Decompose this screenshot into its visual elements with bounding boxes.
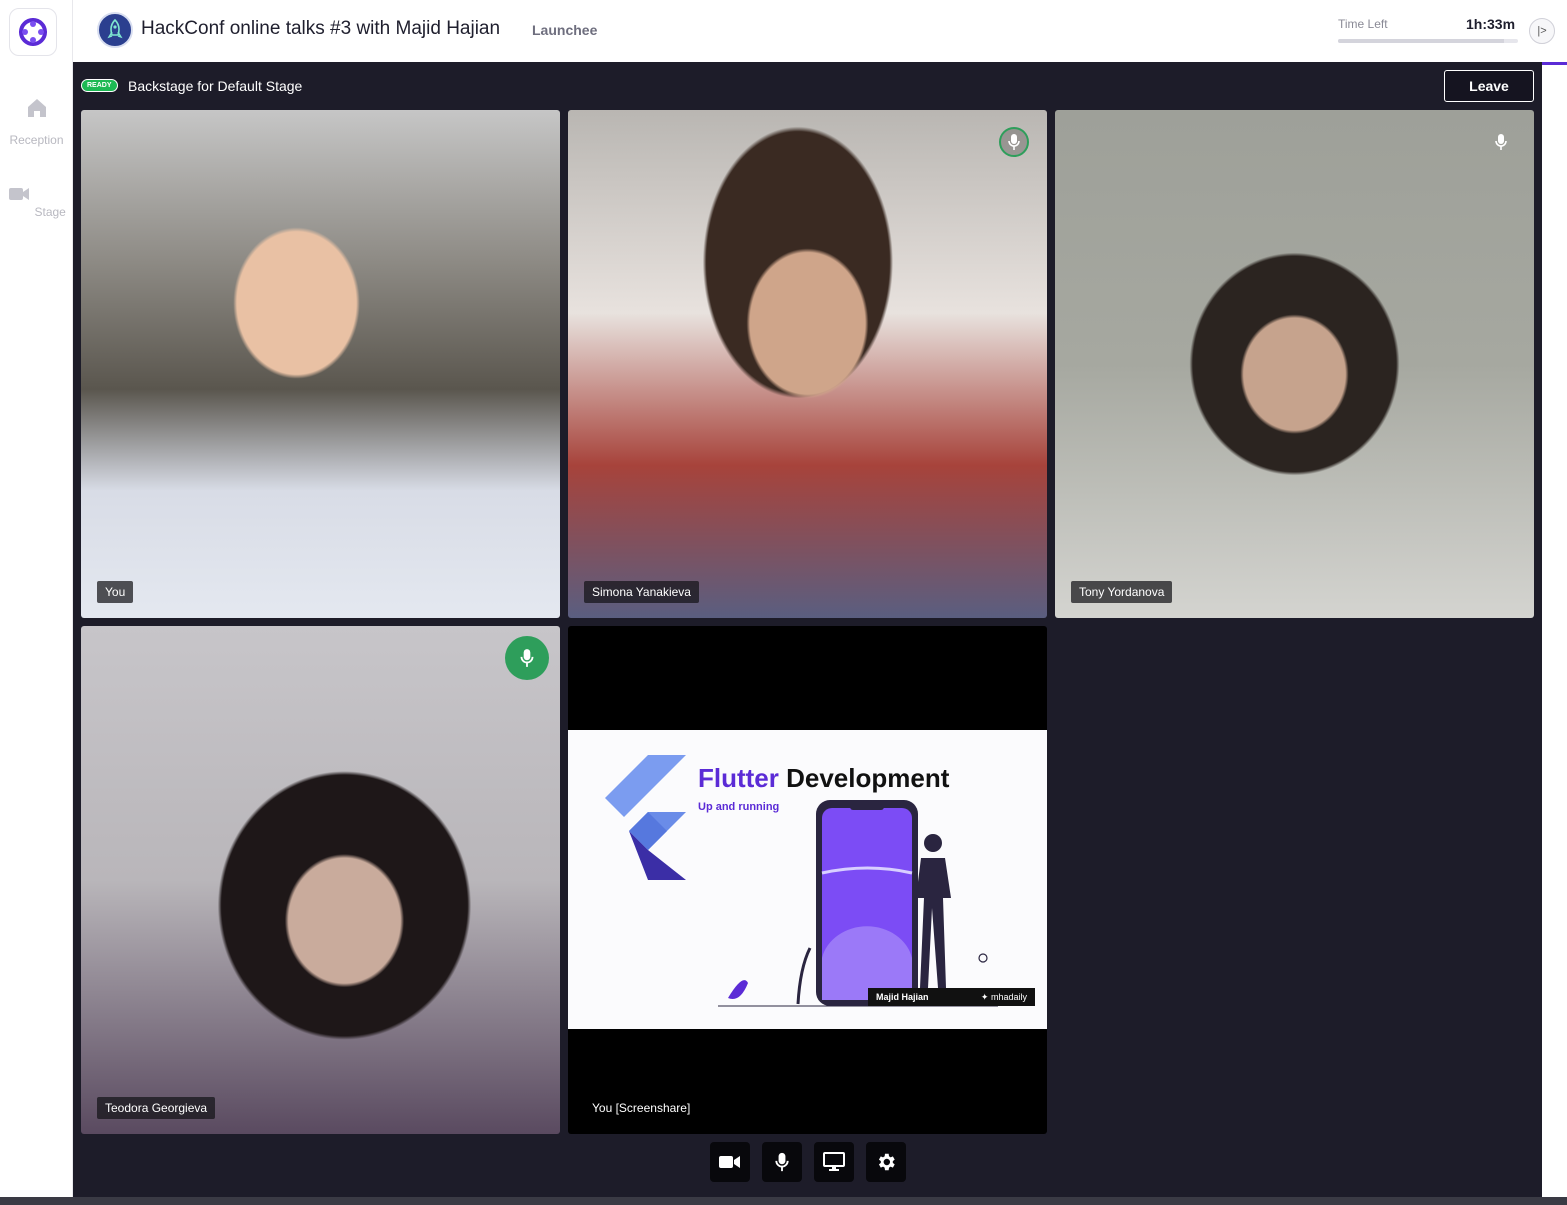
expand-arrow-icon: |> (1537, 25, 1547, 37)
collapse-panel-button[interactable]: |> (1529, 18, 1555, 44)
phone-illustration (718, 800, 998, 1007)
time-left-value: 1h:33m (1466, 16, 1516, 32)
slide-author: Majid Hajian (876, 992, 929, 1002)
slide-credit-bar: Majid Hajian ✦ mhadaily (868, 988, 1035, 1006)
left-sidebar: Reception Stage (0, 0, 73, 1197)
flutter-logo-icon (605, 755, 686, 880)
backstage-title: Backstage for Default Stage (128, 78, 303, 94)
mic-status-indicator (999, 127, 1029, 157)
participant-name: Simona Yanakieva (584, 581, 699, 603)
camera-button[interactable] (710, 1142, 750, 1182)
right-panel-accent (1542, 62, 1567, 65)
stage-area: READY Backstage for Default Stage Leave … (73, 62, 1542, 1197)
screenshare-button[interactable] (814, 1142, 854, 1182)
microphone-icon (1495, 134, 1507, 150)
microphone-icon (1008, 134, 1020, 150)
rocket-icon (107, 19, 123, 39)
time-left-progress (1338, 39, 1518, 43)
camera-icon (719, 1156, 740, 1168)
leave-button[interactable]: Leave (1444, 70, 1534, 102)
microphone-icon (520, 649, 534, 667)
sidebar-item-reception[interactable]: Reception (0, 96, 73, 147)
slide-title-accent: Flutter (698, 763, 779, 793)
event-title: HackConf online talks #3 with Majid Haji… (141, 18, 501, 39)
logo-icon (19, 18, 47, 46)
slide-title-rest: Development (778, 763, 950, 793)
sidebar-item-label: Reception (9, 133, 64, 147)
participant-name: You (97, 581, 134, 603)
microphone-button[interactable] (762, 1142, 802, 1182)
event-avatar (97, 12, 133, 48)
twitter-bird-icon: ✦ (980, 991, 991, 1002)
microphone-icon (775, 1152, 789, 1172)
top-header: HackConf online talks #3 with Majid Haji… (73, 0, 1567, 62)
gear-icon (878, 1153, 895, 1171)
time-left-label: Time Left (1338, 17, 1388, 31)
mic-status-indicator (1486, 127, 1516, 157)
time-progress-fill (1338, 39, 1504, 43)
participant-name: You [Screenshare] (592, 1101, 691, 1115)
bottom-edge (0, 1197, 1567, 1205)
settings-button[interactable] (866, 1142, 906, 1182)
sidebar-item-stage[interactable]: Stage (0, 182, 73, 219)
video-tile[interactable]: Teodora Georgieva (81, 626, 560, 1134)
organizer-name[interactable]: Launchee (532, 22, 597, 38)
slide-handle: mhadaily (990, 991, 1027, 1002)
video-camera-icon (9, 188, 30, 200)
slide-handle-wrap: ✦ mhadaily (981, 992, 1027, 1003)
slide-title: Flutter Development (698, 763, 949, 794)
video-tile[interactable]: Simona Yanakieva (568, 110, 1047, 618)
right-panel-edge (1542, 62, 1567, 1197)
mic-status-indicator (505, 636, 549, 680)
home-icon (27, 99, 46, 117)
sidebar-item-label: Stage (34, 205, 66, 219)
video-tile[interactable]: You (81, 110, 560, 618)
participant-name: Tony Yordanova (1071, 581, 1173, 603)
participant-name: Teodora Georgieva (97, 1097, 216, 1119)
shared-slide: Flutter Development Up and running Majid… (568, 730, 1047, 1029)
app-logo[interactable] (9, 8, 57, 56)
status-badge: READY (81, 79, 118, 92)
video-tile[interactable]: Tony Yordanova (1055, 110, 1534, 618)
monitor-icon (823, 1152, 845, 1171)
screenshare-tile[interactable]: Flutter Development Up and running Majid… (568, 626, 1047, 1134)
